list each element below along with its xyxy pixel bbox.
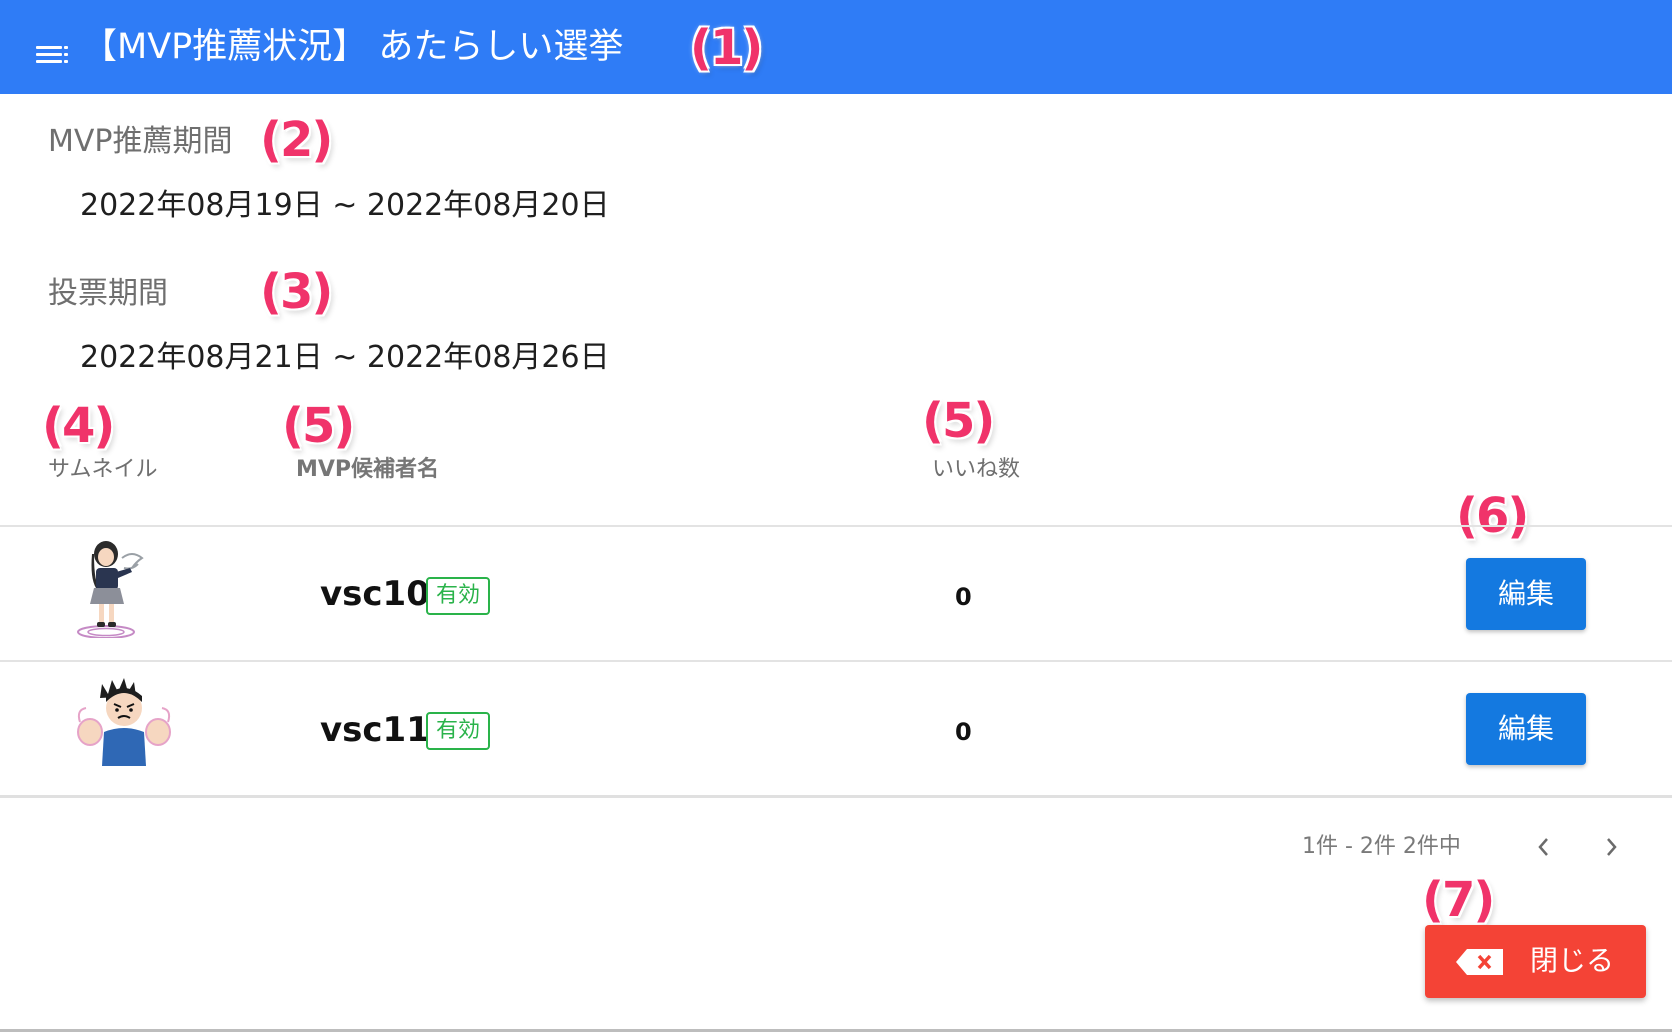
row-divider — [0, 660, 1672, 662]
candidate-name: vsc11 — [320, 710, 430, 750]
close-button-label: 閉じる — [1530, 944, 1615, 977]
pagination-summary: 1件 - 2件 2件中 — [1302, 834, 1461, 859]
annotation-marker-6: (6) — [1456, 488, 1529, 544]
chevron-right-icon[interactable] — [1599, 832, 1623, 868]
edit-button[interactable]: 編集 — [1466, 693, 1586, 765]
candidate-name: vsc10 — [320, 574, 430, 614]
voting-period-value: 2022年08月21日 ~ 2022年08月26日 — [80, 340, 610, 375]
annotation-marker-2: (2) — [260, 112, 333, 168]
edit-button[interactable]: 編集 — [1466, 558, 1586, 630]
voting-period-label: 投票期間 — [48, 276, 168, 311]
annotation-marker-1: (1) — [690, 20, 763, 76]
close-button[interactable]: 閉じる — [1425, 925, 1646, 998]
recommendation-period-label: MVP推薦期間 — [48, 124, 233, 159]
status-badge: 有効 — [426, 712, 491, 750]
annotation-marker-5-likes: (5) — [922, 393, 995, 449]
annotation-marker-5-name: (5) — [282, 398, 355, 454]
status-badge: 有効 — [426, 577, 491, 615]
page-title: 【MVP推薦状況】 あたらしい選挙 — [82, 27, 624, 67]
backspace-icon — [1455, 947, 1505, 981]
column-header-thumbnail: サムネイル — [48, 457, 158, 482]
annotation-marker-7: (7) — [1422, 872, 1495, 928]
menu-icon[interactable] — [36, 46, 68, 64]
girl-character-icon — [72, 538, 152, 642]
likes-count: 0 — [955, 583, 972, 611]
boy-character-icon — [72, 676, 176, 776]
table-footer-divider — [0, 795, 1672, 798]
chevron-left-icon[interactable] — [1532, 832, 1556, 868]
column-header-likes: いいね数 — [932, 457, 1021, 482]
likes-count: 0 — [955, 718, 972, 746]
page: 【MVP推薦状況】 あたらしい選挙 (1) MVP推薦期間 (2) 2022年0… — [0, 0, 1672, 1032]
app-header: 【MVP推薦状況】 あたらしい選挙 — [0, 0, 1672, 94]
column-header-candidate: MVP候補者名 — [296, 457, 440, 482]
annotation-marker-3: (3) — [260, 264, 333, 320]
recommendation-period-value: 2022年08月19日 ~ 2022年08月20日 — [80, 188, 610, 223]
annotation-marker-4: (4) — [42, 398, 115, 454]
table-header-divider — [0, 525, 1672, 527]
